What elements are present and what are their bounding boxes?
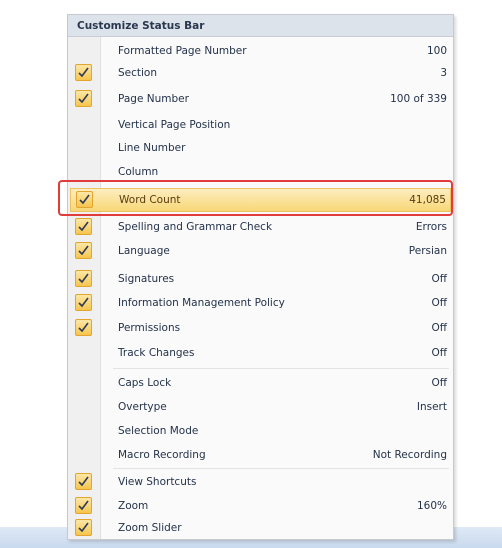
menu-item-label: Information Management Policy — [118, 297, 285, 309]
menu-item-label: Macro Recording — [118, 449, 206, 461]
menu-item-value: Off — [431, 322, 448, 334]
menu-item-label: View Shortcuts — [118, 476, 197, 488]
checkmark-icon — [75, 90, 92, 107]
menu-item-value: Off — [431, 347, 448, 359]
customize-status-bar-menu: Customize Status Bar Formatted Page Numb… — [67, 14, 454, 540]
menu-item-label: Permissions — [118, 322, 181, 334]
menu-item-vertical-page-position[interactable]: Vertical Page Position — [70, 114, 451, 136]
menu-item-formatted-page-number[interactable]: Formatted Page Number 100 — [70, 40, 451, 62]
menu-item-macro-recording[interactable]: Macro Recording Not Recording — [70, 444, 451, 466]
menu-item-label: Zoom Slider — [118, 522, 182, 534]
menu-separator — [113, 368, 449, 369]
menu-item-value: Off — [431, 377, 448, 389]
checkmark-icon — [75, 218, 92, 235]
menu-item-value: Insert — [416, 401, 447, 413]
menu-item-value: Off — [431, 297, 448, 309]
menu-item-label: Language — [118, 245, 170, 257]
menu-item-label: Zoom — [118, 500, 149, 512]
menu-item-spelling-and-grammar-check[interactable]: Spelling and Grammar Check Errors — [70, 216, 451, 238]
menu-item-caps-lock[interactable]: Caps Lock Off — [70, 372, 451, 394]
menu-item-permissions[interactable]: Permissions Off — [70, 317, 451, 339]
checkmark-icon — [75, 497, 92, 514]
menu-item-value: Persian — [408, 245, 447, 257]
menu-item-label: Selection Mode — [118, 425, 199, 437]
menu-item-label: Track Changes — [118, 347, 195, 359]
menu-item-track-changes[interactable]: Track Changes Off — [70, 342, 451, 364]
menu-item-signatures[interactable]: Signatures Off — [70, 268, 451, 290]
checkmark-icon — [75, 319, 92, 336]
menu-item-label: Signatures — [118, 273, 175, 285]
menu-item-line-number[interactable]: Line Number — [70, 137, 451, 159]
checkmark-icon — [75, 519, 92, 536]
checkmark-icon — [75, 473, 92, 490]
checkmark-icon — [75, 242, 92, 259]
menu-item-label: Page Number — [118, 93, 189, 105]
menu-item-label: Spelling and Grammar Check — [118, 221, 273, 233]
menu-item-zoom[interactable]: Zoom 160% — [70, 495, 451, 517]
menu-item-label: Overtype — [118, 401, 167, 413]
menu-item-value: 100 — [426, 45, 447, 57]
menu-item-value: Not Recording — [372, 449, 447, 461]
checkmark-icon — [75, 270, 92, 287]
menu-item-label: Line Number — [118, 142, 186, 154]
menu-item-overtype[interactable]: Overtype Insert — [70, 396, 451, 418]
menu-separator — [113, 468, 449, 469]
highlight-annotation-box — [58, 180, 453, 216]
menu-item-information-management-policy[interactable]: Information Management Policy Off — [70, 292, 451, 314]
checkmark-icon — [75, 294, 92, 311]
menu-item-language[interactable]: Language Persian — [70, 240, 451, 262]
menu-item-zoom-slider[interactable]: Zoom Slider — [70, 517, 451, 539]
menu-item-section[interactable]: Section 3 — [70, 62, 451, 84]
menu-item-value: Off — [431, 273, 448, 285]
menu-title: Customize Status Bar — [68, 15, 453, 37]
checkmark-icon — [75, 64, 92, 81]
menu-item-value: 100 of 339 — [390, 93, 447, 105]
menu-item-label: Formatted Page Number — [118, 45, 247, 57]
menu-item-selection-mode[interactable]: Selection Mode — [70, 420, 451, 442]
menu-item-label: Caps Lock — [118, 377, 172, 389]
menu-item-label: Vertical Page Position — [118, 119, 231, 131]
menu-item-view-shortcuts[interactable]: View Shortcuts — [70, 471, 451, 493]
menu-item-value: 160% — [416, 500, 447, 512]
menu-item-label: Section — [118, 67, 158, 79]
menu-item-value: Errors — [415, 221, 447, 233]
menu-item-page-number[interactable]: Page Number 100 of 339 — [70, 88, 451, 110]
menu-item-value: 3 — [440, 67, 447, 79]
